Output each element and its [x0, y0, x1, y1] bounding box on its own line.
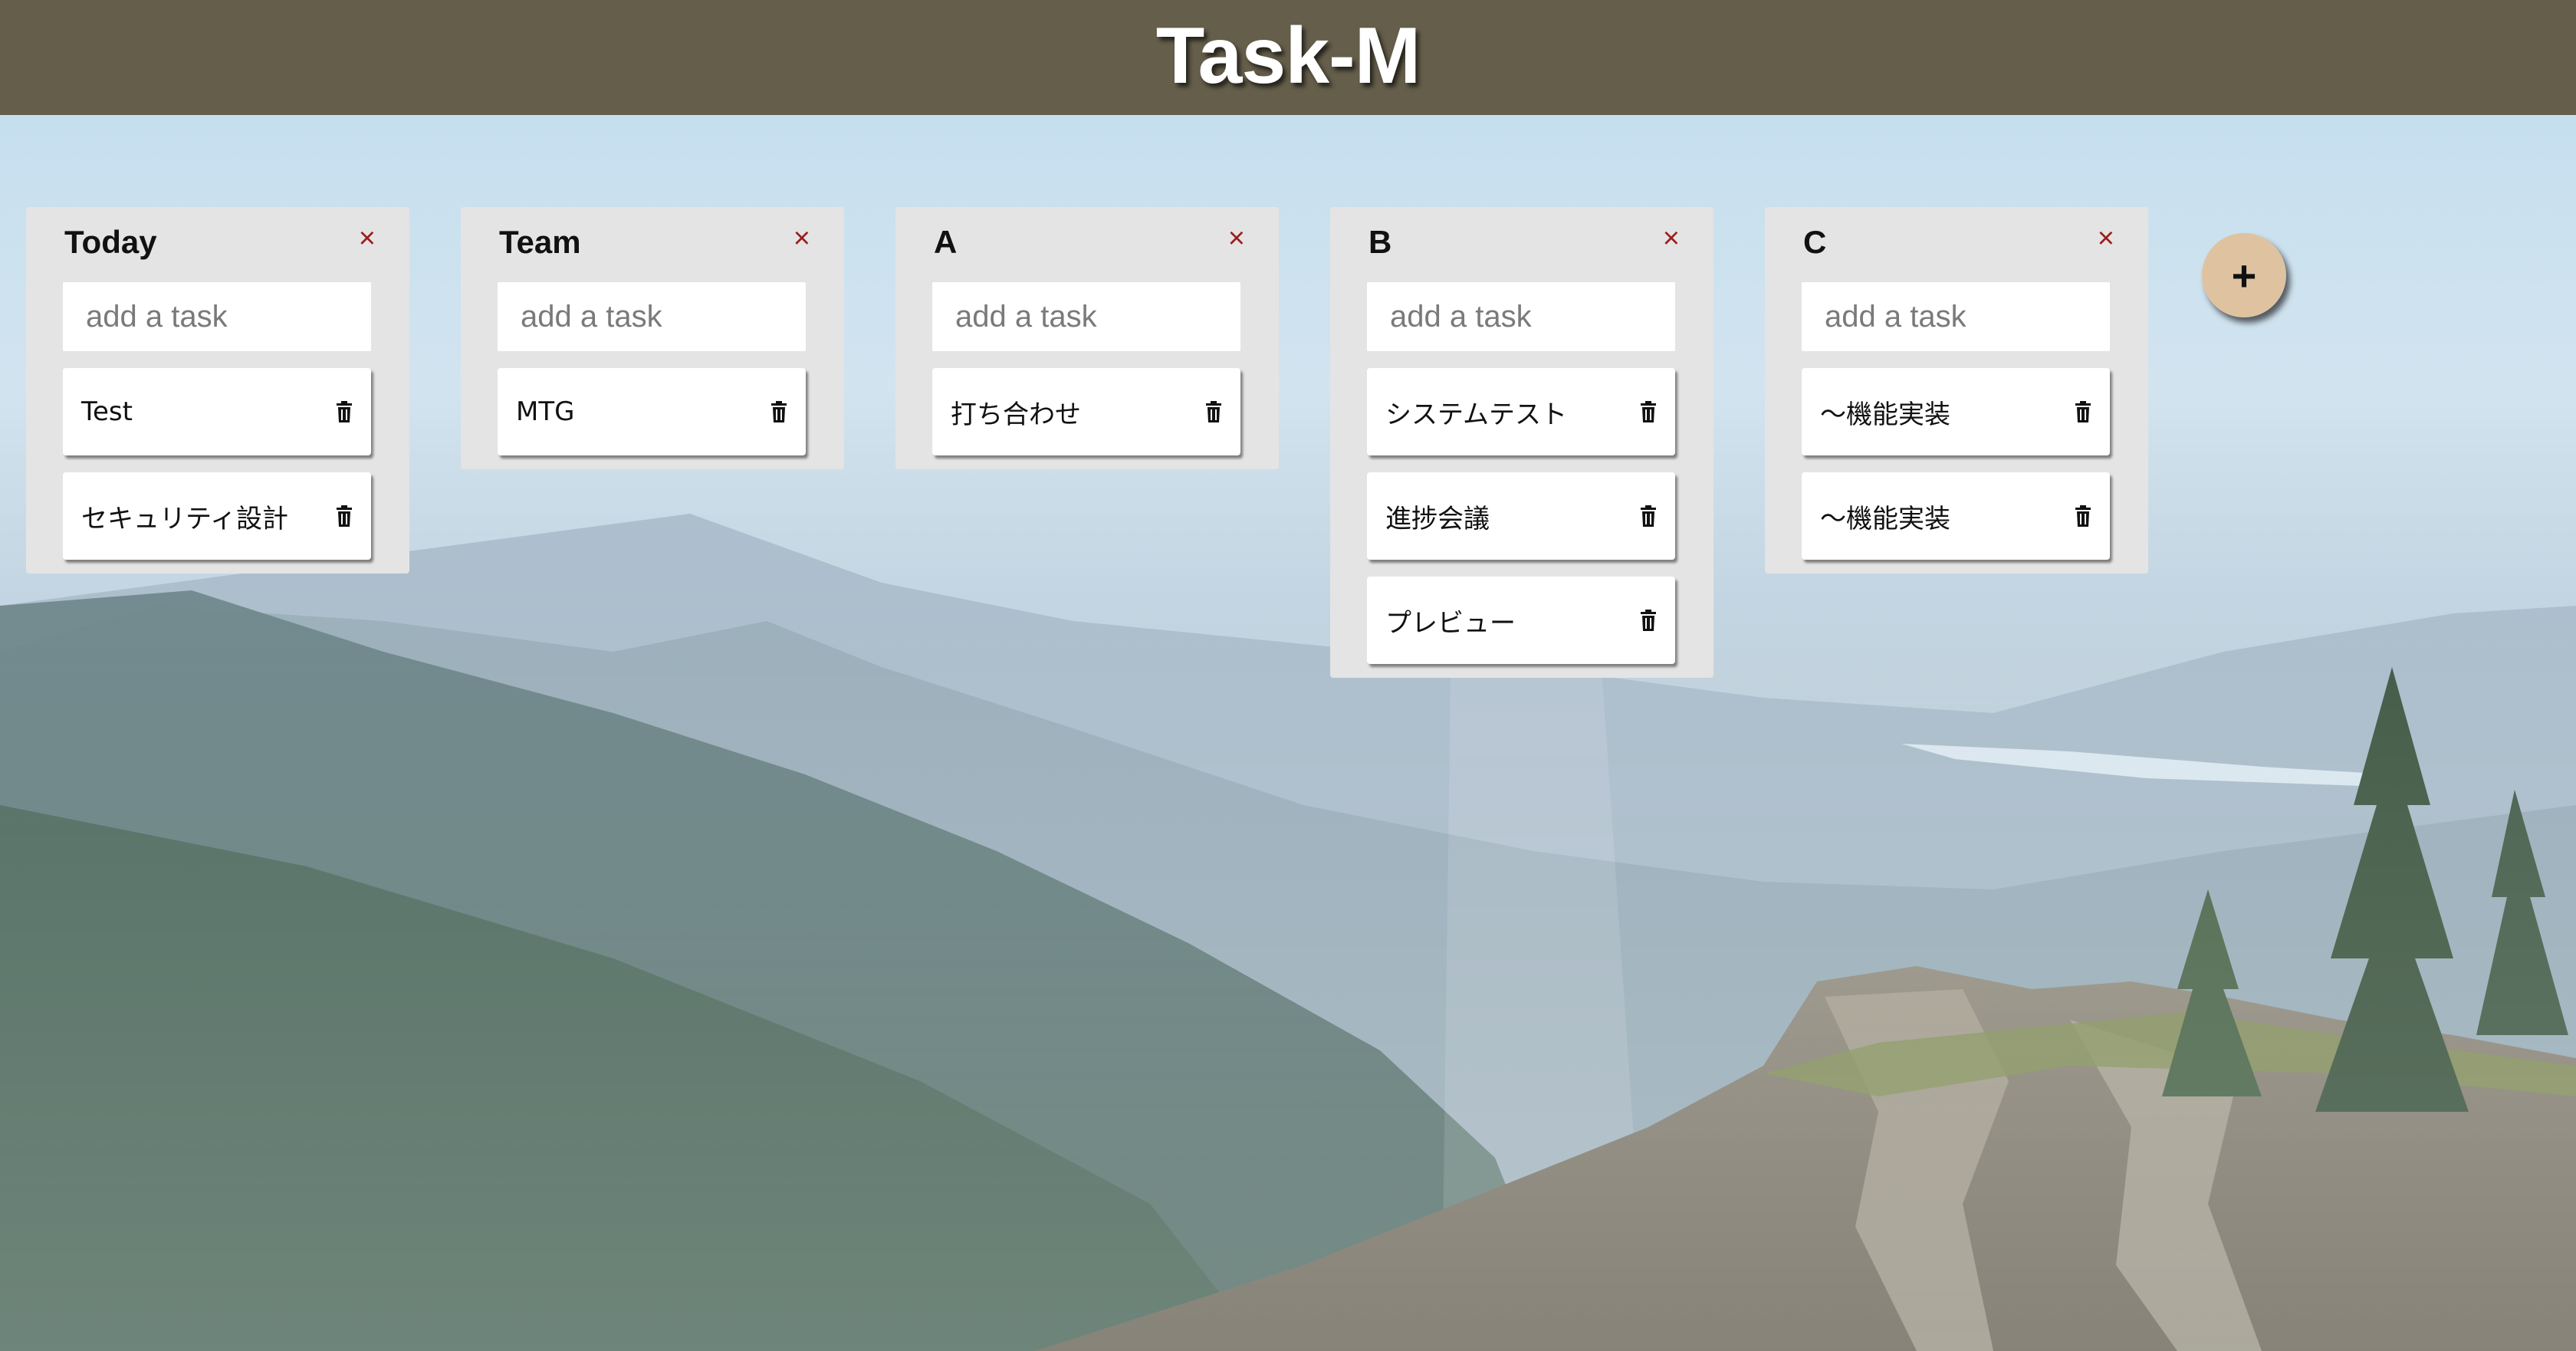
task-text: セキュリティ設計 — [81, 503, 288, 534]
trash-icon[interactable] — [1640, 400, 1657, 423]
add-task-input[interactable] — [63, 282, 371, 351]
task-card[interactable]: プレビュー — [1367, 577, 1675, 664]
app-header: Task-M — [0, 0, 2576, 115]
task-card[interactable]: 進捗会議 — [1367, 472, 1675, 560]
trash-icon[interactable] — [336, 505, 353, 528]
board-header: Today × — [63, 207, 376, 282]
add-task-input[interactable] — [932, 282, 1240, 351]
board-header: Team × — [498, 207, 810, 282]
task-text: 〜機能実装 — [1820, 503, 1950, 534]
task-text: 〜機能実装 — [1820, 399, 1950, 430]
board-c: C × 〜機能実装 〜機能実装 — [1765, 207, 2148, 574]
board-title: Today — [64, 224, 157, 260]
add-task-input[interactable] — [1802, 282, 2110, 351]
trash-icon[interactable] — [2075, 400, 2091, 423]
board-title: Team — [499, 224, 581, 260]
task-text: Test — [81, 396, 133, 427]
task-card[interactable]: 〜機能実装 — [1802, 368, 2110, 455]
board-b: B × システムテスト 進捗会議 プレビュー — [1330, 207, 1714, 678]
task-text: システムテスト — [1385, 399, 1567, 430]
task-text: MTG — [516, 396, 575, 427]
trash-icon[interactable] — [336, 400, 353, 423]
add-board-button[interactable]: + — [2202, 233, 2286, 317]
add-task-input[interactable] — [498, 282, 806, 351]
task-text: プレビュー — [1385, 607, 1516, 639]
board-title: A — [934, 224, 958, 260]
task-card[interactable]: セキュリティ設計 — [63, 472, 371, 560]
task-text: 打ち合わせ — [951, 399, 1081, 430]
trash-icon[interactable] — [770, 400, 787, 423]
task-card[interactable]: MTG — [498, 368, 806, 455]
board-a: A × 打ち合わせ — [895, 207, 1279, 469]
board-header: A × — [932, 207, 1245, 282]
add-task-input[interactable] — [1367, 282, 1675, 351]
board-title: B — [1368, 224, 1392, 260]
task-card[interactable]: 〜機能実装 — [1802, 472, 2110, 560]
board-header: C × — [1802, 207, 2114, 282]
board-title: C — [1803, 224, 1827, 260]
trash-icon[interactable] — [1640, 609, 1657, 632]
close-icon[interactable]: × — [2098, 224, 2114, 253]
board-today: Today × Test セキュリティ設計 — [26, 207, 409, 574]
page: Task-M Today × Test セキュリティ設計 Team × MTG — [0, 0, 2576, 1351]
task-card[interactable]: システムテスト — [1367, 368, 1675, 455]
trash-icon[interactable] — [1205, 400, 1222, 423]
close-icon[interactable]: × — [359, 224, 376, 253]
plus-icon: + — [2231, 251, 2257, 300]
board-team: Team × MTG — [461, 207, 844, 469]
close-icon[interactable]: × — [1663, 224, 1680, 253]
task-text: 進捗会議 — [1385, 503, 1490, 534]
board-header: B × — [1367, 207, 1680, 282]
app-title: Task-M — [1155, 11, 1421, 100]
close-icon[interactable]: × — [794, 224, 810, 253]
task-card[interactable]: 打ち合わせ — [932, 368, 1240, 455]
trash-icon[interactable] — [1640, 505, 1657, 528]
close-icon[interactable]: × — [1228, 224, 1245, 253]
trash-icon[interactable] — [2075, 505, 2091, 528]
task-card[interactable]: Test — [63, 368, 371, 455]
